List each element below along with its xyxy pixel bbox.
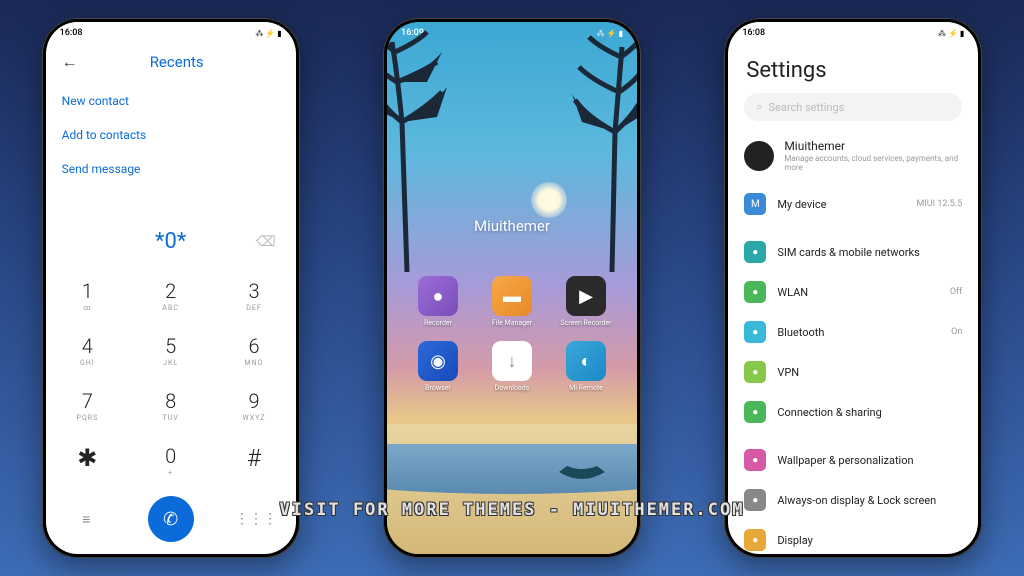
dialed-number: *0* [155, 229, 186, 254]
account-row[interactable]: Miuithemer Manage accounts, cloud servic… [728, 131, 978, 184]
setting-label: SIM cards & mobile networks [777, 246, 951, 259]
recents-title[interactable]: Recents [94, 53, 260, 71]
app-label: Browser [425, 384, 451, 392]
app-label: Screen Recorder [560, 319, 611, 327]
app-icon: ↓ [492, 341, 532, 381]
setting-sim-cards-mobile-networks[interactable]: ● SIM cards & mobile networks [728, 232, 978, 272]
send-message[interactable]: Send message [62, 152, 280, 186]
app-icon: ● [418, 276, 458, 316]
boat-decoration [557, 464, 607, 484]
dialkey-8[interactable]: 8TUV [129, 378, 212, 433]
account-subtitle: Manage accounts, cloud services, payment… [784, 154, 962, 172]
phone-home: 16:09 ⁂ ⚡ ▮ Miuithemer ●Recorder▬File Ma… [383, 18, 641, 558]
app-downloads[interactable]: ↓ Downloads [482, 341, 542, 392]
status-icons: ⁂ ⚡ ▮ [255, 29, 281, 38]
setting-label: My device [777, 198, 905, 211]
setting-value: Off [950, 287, 962, 297]
app-label: Mi Remote [569, 384, 603, 392]
dialkey-2[interactable]: 2ABC [129, 268, 212, 323]
app-icon: ◐ [566, 341, 606, 381]
add-to-contacts[interactable]: Add to contacts [62, 118, 280, 152]
dialkey-9[interactable]: 9WXYZ [212, 378, 295, 433]
dialkey-4[interactable]: 4GHI [46, 323, 129, 378]
app-label: File Manager [492, 319, 532, 327]
status-icons: ⁂ ⚡ ▮ [938, 29, 964, 38]
setting-icon: ● [744, 361, 766, 383]
setting-display[interactable]: ● Display [728, 520, 978, 554]
call-button[interactable]: ✆ [148, 496, 194, 542]
status-time: 16:08 [742, 28, 765, 38]
back-icon[interactable]: ← [62, 52, 78, 72]
setting-icon: ● [744, 241, 766, 263]
phone-icon: ✆ [163, 509, 178, 530]
dialkey-1[interactable]: 1∞ [46, 268, 129, 323]
dialkey-0[interactable]: 0+ [129, 433, 212, 488]
setting-wallpaper-personalization[interactable]: ● Wallpaper & personalization [728, 440, 978, 480]
setting-vpn[interactable]: ● VPN [728, 352, 978, 392]
setting-icon: ● [744, 281, 766, 303]
phone-dialer: 16:08 ⁂ ⚡ ▮ ← Recents New contact Add to… [42, 18, 300, 558]
status-bar: 16:08 ⁂ ⚡ ▮ [46, 22, 296, 44]
dialkey-6[interactable]: 6MNO [212, 323, 295, 378]
phone-settings: 16:08 ⁂ ⚡ ▮ Settings ⌕ Search settings M… [724, 18, 982, 558]
widget-label: Miuithemer [474, 217, 550, 235]
app-icon: ◉ [418, 341, 458, 381]
account-name: Miuithemer [784, 139, 962, 153]
menu-icon[interactable]: ≡ [66, 511, 106, 528]
palm-decoration [557, 22, 637, 272]
search-placeholder: Search settings [768, 101, 844, 114]
app-recorder[interactable]: ● Recorder [408, 276, 468, 327]
device-icon: M [744, 193, 766, 215]
setting-label: Always-on display & Lock screen [777, 494, 951, 507]
setting-connection-sharing[interactable]: ● Connection & sharing [728, 392, 978, 432]
setting-icon: ● [744, 489, 766, 511]
my-device-row[interactable]: M My device MIUI 12.5.5 [728, 184, 978, 224]
search-icon: ⌕ [756, 100, 762, 114]
setting-label: Connection & sharing [777, 406, 951, 419]
avatar [744, 141, 774, 171]
setting-label: Display [777, 534, 951, 547]
setting-label: Wallpaper & personalization [777, 454, 951, 467]
dialkey-#[interactable]: # [212, 433, 295, 488]
setting-icon: ● [744, 449, 766, 471]
dialkey-3[interactable]: 3DEF [212, 268, 295, 323]
setting-label: Bluetooth [777, 326, 940, 339]
setting-icon: ● [744, 321, 766, 343]
app-mi-remote[interactable]: ◐ Mi Remote [556, 341, 616, 392]
setting-icon: ● [744, 529, 766, 551]
backspace-icon[interactable]: ⌫ [256, 234, 276, 250]
app-label: Downloads [495, 384, 530, 392]
setting-always-on-display-lock-screen[interactable]: ● Always-on display & Lock screen [728, 480, 978, 520]
setting-label: VPN [777, 366, 951, 379]
setting-value: MIUI 12.5.5 [917, 199, 963, 209]
app-icon: ▶ [566, 276, 606, 316]
app-icon: ▬ [492, 276, 532, 316]
setting-value: On [951, 327, 962, 337]
app-browser[interactable]: ◉ Browser [408, 341, 468, 392]
app-screen-recorder[interactable]: ▶ Screen Recorder [556, 276, 616, 327]
setting-wlan[interactable]: ● WLAN Off [728, 272, 978, 312]
app-grid: ● Recorder ▬ File Manager ▶ Screen Recorder ◉ B… [408, 276, 616, 392]
search-input[interactable]: ⌕ Search settings [744, 93, 962, 121]
menu-list: New contact Add to contacts Send message [46, 80, 296, 190]
setting-bluetooth[interactable]: ● Bluetooth On [728, 312, 978, 352]
dialkey-5[interactable]: 5JKL [129, 323, 212, 378]
page-title: Settings [728, 44, 978, 93]
status-bar: 16:08 ⁂ ⚡ ▮ [728, 22, 978, 44]
new-contact[interactable]: New contact [62, 84, 280, 118]
dialpad: 1∞2ABC3DEF 4GHI5JKL6MNO 7PQRS8TUV9WXYZ ✱0+# [46, 268, 296, 488]
app-file-manager[interactable]: ▬ File Manager [482, 276, 542, 327]
moon-decoration [531, 182, 567, 218]
dial-display: *0* ⌫ [46, 215, 296, 268]
status-time: 16:08 [60, 28, 83, 38]
setting-icon: ● [744, 401, 766, 423]
palm-decoration [387, 22, 457, 272]
dialkey-✱[interactable]: ✱ [46, 433, 129, 488]
dialkey-7[interactable]: 7PQRS [46, 378, 129, 433]
setting-label: WLAN [777, 286, 939, 299]
grid-icon[interactable]: ⋮⋮⋮ [235, 511, 275, 527]
app-label: Recorder [424, 319, 452, 327]
